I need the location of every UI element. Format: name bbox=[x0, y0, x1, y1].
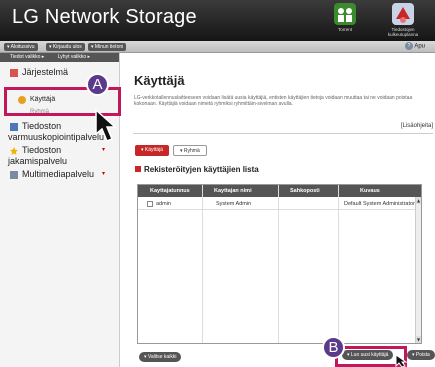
sidebar-item-sublabel: jakamispalvelu bbox=[8, 156, 68, 166]
expand-arrow-icon[interactable]: ▾ bbox=[102, 169, 105, 180]
cell-username: admin bbox=[156, 201, 171, 207]
scroll-down-icon[interactable]: ▼ bbox=[416, 336, 421, 343]
expand-arrow-icon[interactable]: ▾ bbox=[102, 145, 105, 156]
col-username[interactable]: Kayttajatunnus bbox=[150, 188, 190, 194]
help-link[interactable]: ? Apu bbox=[404, 42, 425, 50]
sidebar-item-label: Järjestelmä bbox=[22, 67, 69, 77]
col-email[interactable]: Sahkoposti bbox=[290, 188, 320, 194]
page-description: LG-verkkotallennuslaitteeseen voidaan li… bbox=[134, 95, 413, 107]
logout-link[interactable]: ▾ Kirjaudu ulos bbox=[46, 43, 85, 51]
torrent-icon bbox=[334, 3, 356, 25]
list-title: Rekisteröityjen käyttäjien lista bbox=[135, 165, 259, 174]
sidebar-item-label: Tiedoston bbox=[22, 121, 62, 131]
help-label: Apu bbox=[414, 43, 425, 50]
sidebar-item-label: Multimediapalvelu bbox=[22, 169, 95, 179]
divider bbox=[133, 133, 433, 134]
table-scrollbar[interactable]: ▲ ▼ bbox=[415, 197, 421, 343]
more-info-link[interactable]: [Lisäohjeita] bbox=[401, 123, 433, 129]
torrent-label: Torrent bbox=[337, 27, 352, 32]
my-info-link[interactable]: ▾ Minun tietoni bbox=[88, 43, 127, 51]
callout-a: A bbox=[86, 73, 109, 96]
cell-name: System Admin bbox=[216, 201, 252, 207]
torrent-button[interactable]: Torrent bbox=[320, 3, 370, 39]
cursor-pointer-icon bbox=[395, 354, 408, 367]
main-content: Käyttäjä LG-verkkotallennuslaitteeseen v… bbox=[121, 53, 435, 367]
tab-group[interactable]: ▾ Ryhmä bbox=[173, 145, 207, 156]
home-link[interactable]: ▾ Aloitussivu bbox=[4, 43, 38, 51]
scroll-up-icon[interactable]: ▲ bbox=[416, 197, 421, 204]
app-title: LG Network Storage bbox=[12, 6, 197, 28]
share-icon bbox=[10, 147, 18, 155]
list-bullet-icon bbox=[135, 166, 141, 172]
user-table: Kayttajatunnus Kayttajan nimi Sahkoposti… bbox=[137, 184, 422, 344]
list-title-text: Rekisteröityjen käyttäjien lista bbox=[144, 165, 259, 174]
row-checkbox[interactable] bbox=[147, 201, 153, 207]
sidebar-item-label: Tiedoston bbox=[22, 145, 62, 155]
system-icon bbox=[10, 69, 18, 77]
callout-b: B bbox=[322, 336, 345, 359]
page-title: Käyttäjä bbox=[134, 73, 185, 88]
cursor-pointer-icon bbox=[95, 108, 117, 142]
delete-button[interactable]: ▾ Poista bbox=[407, 350, 435, 360]
sidebar-tabs: Tiedot valikko ▸ Lyhyt valikko ▸ bbox=[0, 53, 119, 62]
sidebar-item-sublabel: varmuuskopiointipalvelu bbox=[8, 132, 105, 142]
app-header: LG Network Storage Torrent Tiedostojen k… bbox=[0, 0, 435, 41]
cell-description: Default System Administrator bbox=[344, 201, 415, 207]
tab-full-menu[interactable]: Tiedot valikko ▸ bbox=[10, 54, 44, 60]
multimedia-icon bbox=[10, 171, 18, 179]
transfer-label: Tiedostojen kulkeutuplanna bbox=[387, 27, 419, 37]
backup-icon bbox=[10, 123, 18, 131]
col-description[interactable]: Kuvaus bbox=[360, 188, 380, 194]
col-name[interactable]: Kayttajan nimi bbox=[214, 188, 252, 194]
transfer-icon bbox=[392, 3, 414, 25]
table-header: Kayttajatunnus Kayttajan nimi Sahkoposti… bbox=[138, 185, 421, 197]
tab-user[interactable]: ▾ Käyttäjä bbox=[135, 145, 169, 156]
help-icon: ? bbox=[404, 42, 413, 50]
tab-short-menu[interactable]: Lyhyt valikko ▸ bbox=[58, 54, 90, 60]
transfer-button[interactable]: Tiedostojen kulkeutuplanna bbox=[378, 3, 428, 39]
top-nav-bar: ▾ Aloitussivu ▾ Kirjaudu ulos ▾ Minun ti… bbox=[0, 41, 435, 53]
table-row[interactable]: admin System Admin Default System Admini… bbox=[138, 198, 415, 210]
select-all-button[interactable]: ▾ Valitse kaikki bbox=[139, 352, 182, 362]
